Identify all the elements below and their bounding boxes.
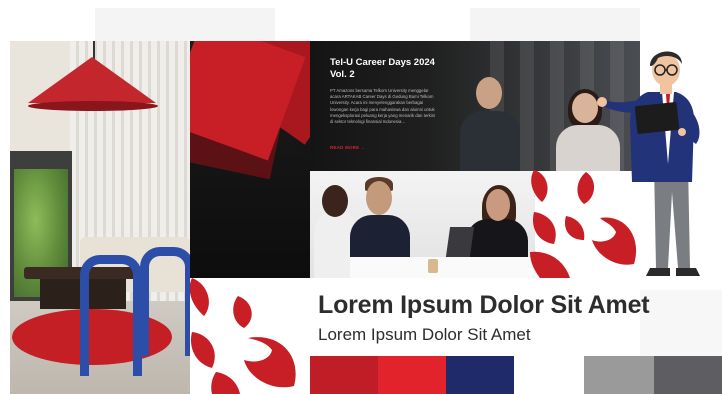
background-shape (95, 8, 275, 42)
background-shape (470, 8, 640, 42)
person-head (366, 181, 392, 215)
person-head (486, 189, 510, 221)
person-head (322, 185, 348, 217)
subheadline: Lorem Ipsum Dolor Sit Amet (318, 325, 531, 344)
career-days-card: Tel-U Career Days 2024 Vol. 2 PT Amazons… (310, 41, 640, 171)
meeting-photo (310, 171, 535, 278)
woman-head (572, 93, 598, 123)
dark-red-panel (190, 41, 310, 278)
swatch-dark-gray (654, 356, 722, 394)
red-pendant-lamp (28, 57, 156, 103)
presenter-man-head (476, 77, 502, 109)
swatch-white (514, 356, 584, 394)
swatch-red (378, 356, 446, 394)
swatch-gray (584, 356, 654, 394)
interior-photo (10, 41, 190, 394)
presenter-man (460, 111, 520, 171)
logo-mark-icon (190, 278, 296, 394)
laptop (445, 227, 475, 257)
coffee-cup (428, 259, 438, 273)
headline: Lorem Ipsum Dolor Sit Amet (318, 291, 650, 319)
lamp-rim (28, 101, 158, 111)
meeting-table (350, 257, 535, 278)
read-more-link[interactable]: READ MORE → (330, 145, 365, 150)
presenter-illustration (597, 51, 700, 276)
career-card-title: Tel-U Career Days 2024 Vol. 2 (330, 57, 435, 80)
blue-chair (80, 255, 142, 376)
blue-chair (140, 247, 190, 356)
swatch-navy (446, 356, 514, 394)
career-card-body: PT Amazons bersama Telkom University men… (330, 88, 436, 125)
swatch-dark-red (310, 356, 378, 394)
background-shape (640, 290, 722, 356)
